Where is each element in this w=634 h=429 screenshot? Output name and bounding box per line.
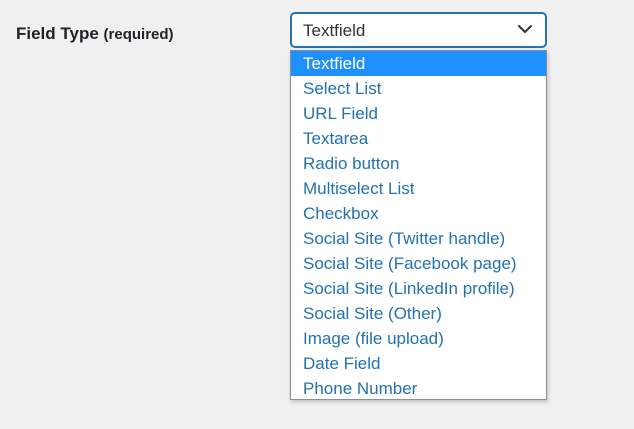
- option-radio-button[interactable]: Radio button: [291, 151, 546, 176]
- option-social-linkedin[interactable]: Social Site (LinkedIn profile): [291, 276, 546, 301]
- field-type-select[interactable]: Textfield: [291, 13, 546, 47]
- option-checkbox[interactable]: Checkbox: [291, 201, 546, 226]
- option-url-field[interactable]: URL Field: [291, 101, 546, 126]
- select-current-value: Textfield: [303, 21, 366, 40]
- option-multiselect-list[interactable]: Multiselect List: [291, 176, 546, 201]
- option-social-facebook[interactable]: Social Site (Facebook page): [291, 251, 546, 276]
- field-type-label-text: Field Type: [16, 24, 99, 43]
- field-type-options-list: Textfield Select List URL Field Textarea…: [290, 50, 547, 400]
- option-social-twitter[interactable]: Social Site (Twitter handle): [291, 226, 546, 251]
- required-note: (required): [103, 26, 174, 43]
- field-type-label: Field Type (required): [16, 24, 174, 44]
- option-social-other[interactable]: Social Site (Other): [291, 301, 546, 326]
- option-image-upload[interactable]: Image (file upload): [291, 326, 546, 351]
- option-date-field[interactable]: Date Field: [291, 351, 546, 376]
- option-phone-number[interactable]: Phone Number: [291, 376, 546, 399]
- chevron-down-icon: [518, 25, 532, 33]
- option-select-list[interactable]: Select List: [291, 76, 546, 101]
- option-textfield[interactable]: Textfield: [291, 51, 546, 76]
- option-textarea[interactable]: Textarea: [291, 126, 546, 151]
